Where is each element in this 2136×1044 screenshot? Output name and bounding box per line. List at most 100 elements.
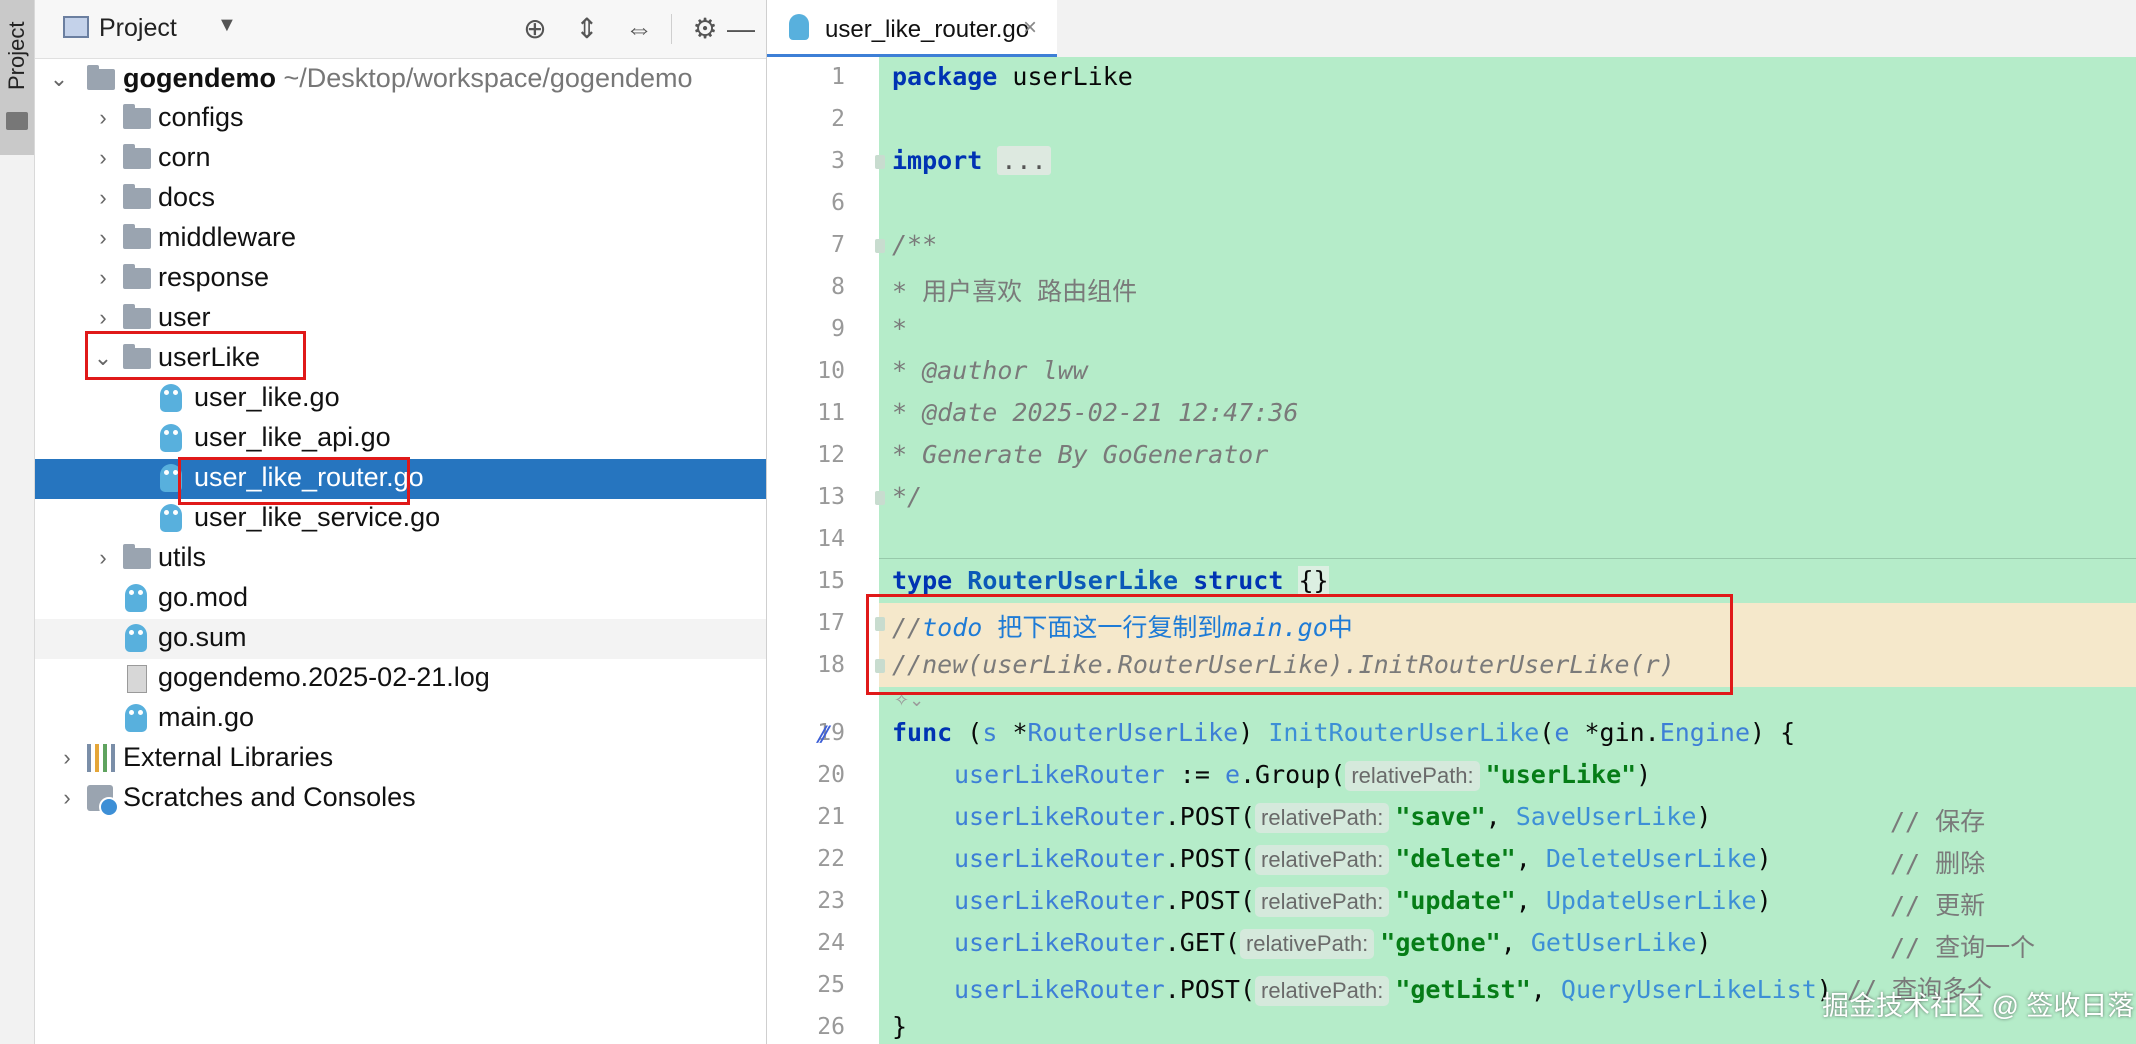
code-line-7: /**: [892, 230, 938, 259]
line-number: 22: [817, 846, 845, 872]
chevron-right-icon[interactable]: ›: [93, 543, 113, 573]
tree-item-response[interactable]: › response: [35, 259, 766, 299]
tree-item-external-libraries[interactable]: › External Libraries: [35, 739, 766, 779]
tree-item-gogendemo[interactable]: ⌄ gogendemo ~/Desktop/workspace/gogendem…: [35, 60, 766, 100]
punct: (: [1539, 718, 1555, 747]
param-hint: relativePath:: [1255, 803, 1390, 833]
project-path: ~/Desktop/workspace/gogendemo: [283, 63, 693, 93]
code-comment: // 查询一个: [1890, 933, 2036, 962]
expand-all-icon[interactable]: ⇕: [569, 12, 605, 46]
tree-item-label: response: [158, 262, 270, 292]
chevron-right-icon[interactable]: ›: [93, 223, 113, 253]
chevron-right-icon[interactable]: ›: [93, 143, 113, 173]
tree-item-log-file[interactable]: gogendemo.2025-02-21.log: [35, 659, 766, 699]
code-line-13: */: [892, 482, 923, 511]
line-number: 9: [831, 316, 845, 342]
punct: ,: [1530, 975, 1561, 1004]
tree-item-utils[interactable]: › utils: [35, 539, 766, 579]
folder-icon: [123, 304, 151, 329]
receiver: s: [982, 718, 998, 747]
line-number: 23: [817, 888, 845, 914]
go-sum-icon: [125, 624, 147, 652]
braces: {}: [1298, 566, 1329, 595]
close-icon[interactable]: ×: [1023, 14, 1037, 42]
folder-icon: [123, 224, 151, 249]
fold-marker-icon[interactable]: [875, 155, 885, 169]
tree-item-label: configs: [158, 102, 244, 132]
code-comment: // 更新: [1890, 891, 1986, 920]
chevron-down-icon[interactable]: ▼: [217, 14, 237, 37]
chevron-right-icon[interactable]: ›: [93, 183, 113, 213]
keyword: package: [892, 62, 998, 91]
tree-item-label: user: [158, 302, 211, 332]
tree-item-main-go[interactable]: main.go: [35, 699, 766, 739]
punct: (: [952, 718, 983, 747]
go-mod-icon: [125, 584, 147, 612]
implementation-marker-icon[interactable]: ⫽: [817, 722, 851, 747]
folder-icon: [123, 544, 151, 569]
code-line-11: * @date 2025-02-21 12:47:36: [892, 398, 1299, 427]
log-file-icon: [127, 665, 147, 693]
type-name: RouterUserLike: [967, 566, 1178, 595]
keyword: type: [892, 566, 953, 595]
string-literal: "userLike": [1485, 760, 1637, 789]
function-name: InitRouterUserLike: [1268, 718, 1540, 747]
code-line-3: import ...: [892, 146, 1051, 175]
tree-item-label: gogendemo.2025-02-21.log: [158, 662, 490, 692]
tree-item-label: docs: [158, 182, 216, 212]
line-number: 20: [817, 762, 845, 788]
line-number: 10: [817, 358, 845, 384]
punct: *: [997, 718, 1028, 747]
code-line-12: * Generate By GoGenerator: [892, 440, 1269, 469]
watermark: 掘金技术社区 @ 签收日落: [1822, 991, 2135, 1021]
gear-icon[interactable]: ⚙: [687, 12, 723, 46]
line-numbers: 1 2 3 6 7 8 9 10 11 12 13 14 15 17 18 19…: [767, 0, 879, 1044]
hide-panel-icon[interactable]: —: [723, 12, 759, 46]
keyword: import: [892, 146, 983, 175]
code-line-23: userLikeRouter.POST(relativePath: "update…: [954, 886, 1772, 917]
code-line-20: userLikeRouter := e.Group(relativePath: "…: [954, 760, 1651, 791]
chevron-right-icon[interactable]: ›: [93, 103, 113, 133]
chevron-right-icon[interactable]: ›: [93, 263, 113, 293]
line-number: 24: [817, 930, 845, 956]
chevron-right-icon[interactable]: ›: [93, 303, 113, 333]
string-literal: "delete": [1395, 844, 1516, 873]
folded-imports[interactable]: ...: [997, 146, 1051, 175]
project-panel: Project ▼ ⊕ ⇕ ⇔ ⚙ — ⌄ gogendemo ~/Deskto…: [35, 0, 767, 1044]
tree-item-label: utils: [158, 542, 207, 572]
tree-item-corn[interactable]: › corn: [35, 139, 766, 179]
folder-icon: [123, 104, 151, 129]
tree-item-go-sum[interactable]: go.sum: [35, 619, 766, 659]
locate-icon[interactable]: ⊕: [517, 12, 553, 46]
fold-marker-icon[interactable]: [875, 239, 885, 253]
punct: ,: [1500, 928, 1531, 957]
string-literal: "save": [1395, 802, 1486, 831]
highlight-box-router-file: [178, 457, 410, 505]
string-literal: "update": [1395, 886, 1516, 915]
tree-item-label: user_like_service.go: [194, 502, 441, 532]
tree-item-docs[interactable]: › docs: [35, 179, 766, 219]
chevron-right-icon[interactable]: ›: [57, 783, 77, 813]
fold-marker-icon[interactable]: [875, 491, 885, 505]
tree-item-middleware[interactable]: › middleware: [35, 219, 766, 259]
chevron-right-icon[interactable]: ›: [57, 743, 77, 773]
line-number: 6: [831, 190, 845, 216]
line-number: 12: [817, 442, 845, 468]
collapse-all-icon[interactable]: ⇔: [621, 12, 657, 46]
tree-item-scratches-and-consoles[interactable]: › Scratches and Consoles: [35, 779, 766, 819]
operator: :=: [1164, 760, 1225, 789]
highlight-box-todo: [866, 594, 1733, 695]
tree-item-user-like-go[interactable]: user_like.go: [35, 379, 766, 419]
tree-item-user-like-service-go[interactable]: user_like_service.go: [35, 499, 766, 539]
punct: ,: [1515, 844, 1546, 873]
tree-item-go-mod[interactable]: go.mod: [35, 579, 766, 619]
project-panel-title[interactable]: Project: [99, 14, 177, 43]
method-call: .POST(: [1164, 802, 1256, 831]
tree-item-configs[interactable]: › configs: [35, 99, 766, 139]
variable: e: [1224, 760, 1240, 789]
chevron-down-icon[interactable]: ⌄: [49, 64, 69, 94]
tree-item-user-like-api-go[interactable]: user_like_api.go: [35, 419, 766, 459]
editor-tab-bar: user_like_router.go ×: [767, 0, 2136, 58]
code-comment: // 保存: [1890, 807, 1986, 836]
tree-item-label: go.sum: [158, 622, 247, 652]
